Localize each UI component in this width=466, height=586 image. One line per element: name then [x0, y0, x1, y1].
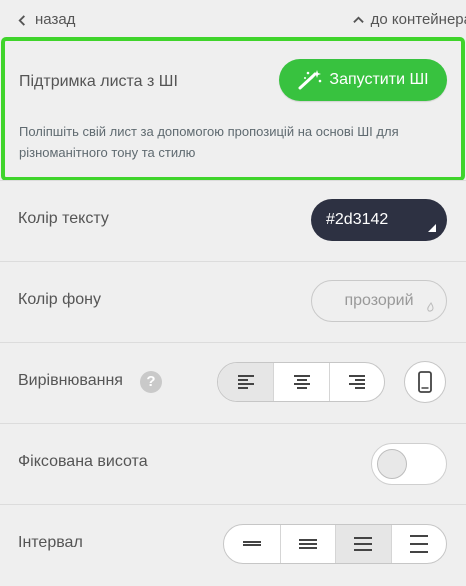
align-left-icon — [237, 375, 254, 389]
up-link-label: до контейнера — [370, 11, 466, 28]
chevron-up-icon — [352, 15, 364, 23]
background-color-value: прозорий — [344, 292, 414, 309]
align-center-button[interactable] — [273, 363, 328, 401]
spacing-row: Інтервал — [0, 504, 466, 586]
fixed-height-row: Фіксована висота — [0, 423, 466, 505]
back-link-label: назад — [35, 11, 76, 28]
background-color-label: Колір фону — [18, 291, 101, 308]
mobile-alignment-button[interactable] — [404, 361, 446, 403]
alignment-label: Вирівнювання — [18, 372, 123, 389]
background-color-row: Колір фону прозорий — [0, 261, 466, 343]
align-right-button[interactable] — [328, 363, 384, 401]
align-right-icon — [348, 375, 365, 389]
background-color-picker[interactable]: прозорий — [311, 280, 447, 322]
ai-panel-title: Підтримка листа з ШІ — [19, 73, 178, 90]
fixed-height-toggle[interactable] — [371, 443, 447, 485]
align-left-button[interactable] — [218, 363, 274, 401]
top-navigation: назад до контейнера — [0, 0, 466, 36]
spacing-small-button[interactable] — [279, 525, 336, 563]
text-color-picker[interactable]: #2d3142 — [311, 199, 447, 241]
alignment-row: Вирівнювання ? — [0, 342, 466, 424]
alignment-segmented-control — [217, 362, 385, 402]
spacing-compact-button[interactable] — [224, 525, 280, 563]
text-color-value: #2d3142 — [326, 211, 389, 228]
spacing-medium-icon — [354, 537, 373, 551]
ai-support-panel: Підтримка листа з ШІ Запустити ШІ Поліпш… — [1, 37, 465, 181]
spacing-segmented-control — [223, 524, 447, 564]
align-center-icon — [293, 375, 310, 389]
back-link[interactable]: назад — [17, 10, 75, 30]
ai-panel-description: Поліпшіть свій лист за допомогою пропози… — [19, 124, 399, 160]
spacing-compact-icon — [242, 541, 261, 546]
up-to-container-link[interactable]: до контейнера — [352, 10, 466, 30]
transparent-drop-icon — [427, 302, 434, 312]
fixed-height-label: Фіксована висота — [18, 453, 148, 470]
help-icon[interactable]: ? — [140, 371, 162, 393]
spacing-large-icon — [409, 535, 428, 553]
spacing-medium-button[interactable] — [335, 525, 391, 563]
text-color-row: Колір тексту #2d3142 — [0, 180, 466, 262]
toggle-knob — [377, 449, 407, 479]
run-ai-button-label: Запустити ШІ — [329, 71, 429, 88]
spacing-label: Інтервал — [18, 534, 83, 551]
magic-wand-icon — [298, 70, 322, 90]
resize-corner-icon — [428, 224, 436, 232]
spacing-small-icon — [298, 539, 317, 549]
chevron-left-icon — [18, 14, 25, 26]
spacing-large-button[interactable] — [390, 525, 447, 563]
text-color-label: Колір тексту — [18, 210, 109, 227]
run-ai-button[interactable]: Запустити ШІ — [279, 59, 447, 101]
mobile-phone-icon — [418, 371, 432, 393]
